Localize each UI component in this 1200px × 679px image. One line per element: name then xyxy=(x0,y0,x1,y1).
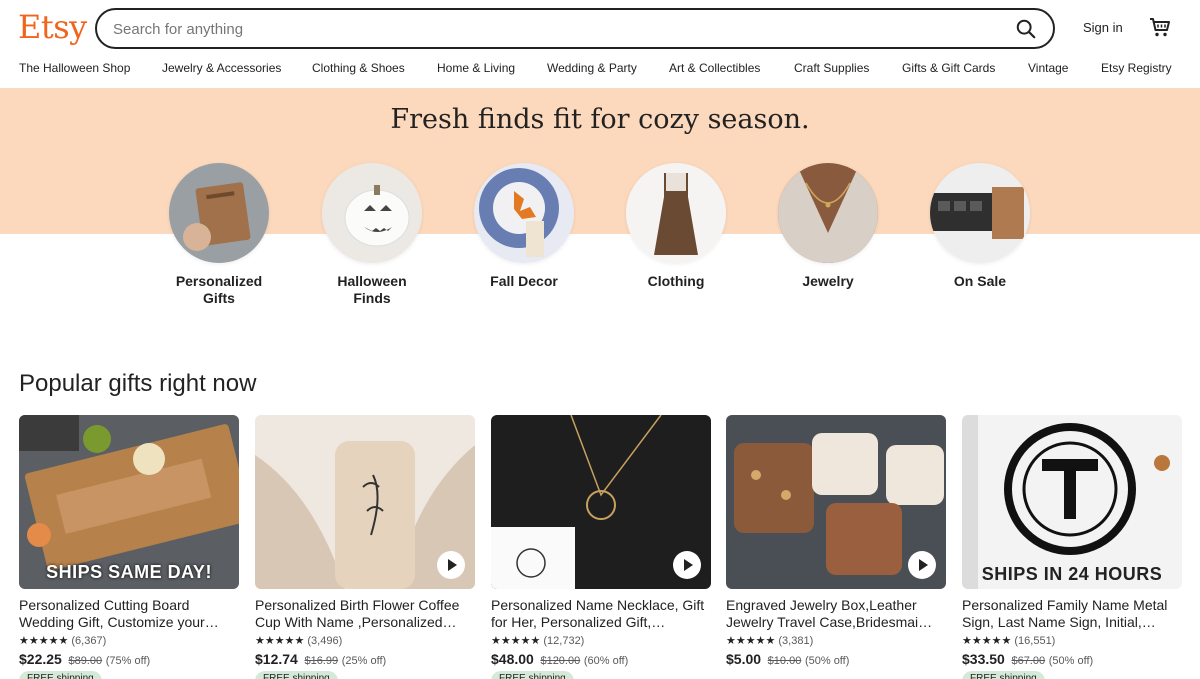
product-rating: ★★★★★ (16,551) xyxy=(962,634,1182,647)
star-rating-icon: ★★★★★ xyxy=(255,635,305,647)
category-nav: The Halloween Shop Jewelry & Accessories… xyxy=(0,59,1200,87)
review-count: (16,551) xyxy=(1014,635,1056,647)
price-row: $5.00 $10.00 (50% off) xyxy=(726,651,946,667)
category-on-sale[interactable]: On Sale xyxy=(910,163,1050,290)
discount: (25% off) xyxy=(341,655,387,667)
product-image[interactable]: SHIPS IN 24 HOURS xyxy=(962,415,1182,589)
product-title[interactable]: Engraved Jewelry Box,Leather Jewelry Tra… xyxy=(726,597,946,631)
sale-price: $33.50 xyxy=(962,651,1005,667)
star-rating-icon: ★★★★★ xyxy=(726,635,776,647)
free-shipping-badge: FREE shipping xyxy=(255,671,338,679)
original-price: $10.00 xyxy=(767,655,802,667)
product-rating: ★★★★★ (3,496) xyxy=(255,634,475,647)
nav-item-gifts[interactable]: Gifts & Gift Cards xyxy=(902,61,995,75)
play-video-icon[interactable] xyxy=(437,551,465,579)
nav-item-art[interactable]: Art & Collectibles xyxy=(669,61,760,75)
search-bar[interactable] xyxy=(95,8,1055,49)
nav-item-halloween-shop[interactable]: The Halloween Shop xyxy=(19,61,130,75)
promo-overlay: SHIPS IN 24 HOURS xyxy=(981,564,1163,584)
price-row: $33.50 $67.00 (50% off) xyxy=(962,651,1182,667)
star-rating-icon: ★★★★★ xyxy=(19,635,69,647)
product-image[interactable] xyxy=(726,415,946,589)
product-rating: ★★★★★ (12,732) xyxy=(491,634,711,647)
review-count: (3,381) xyxy=(778,635,814,647)
sale-price: $12.74 xyxy=(255,651,298,667)
category-image xyxy=(626,163,726,263)
product-card[interactable]: SHIPS IN 24 HOURS Personalized Family Na… xyxy=(962,415,1182,667)
nav-item-registry[interactable]: Etsy Registry xyxy=(1101,61,1172,75)
original-price: $67.00 xyxy=(1011,655,1046,667)
star-rating-icon: ★★★★★ xyxy=(491,635,541,647)
product-card[interactable]: Personalized Name Necklace, Gift for Her… xyxy=(491,415,711,667)
product-rating: ★★★★★ (3,381) xyxy=(726,634,946,647)
free-shipping-badge: FREE shipping xyxy=(19,671,102,679)
category-image xyxy=(169,163,269,263)
section-title: Popular gifts right now xyxy=(19,370,257,397)
play-video-icon[interactable] xyxy=(673,551,701,579)
category-label: On Sale xyxy=(953,273,1007,289)
sale-price: $48.00 xyxy=(491,651,534,667)
nav-item-wedding[interactable]: Wedding & Party xyxy=(547,61,637,75)
discount: (50% off) xyxy=(804,655,850,667)
nav-item-clothing[interactable]: Clothing & Shoes xyxy=(312,61,405,75)
review-count: (6,367) xyxy=(71,635,107,647)
category-label: Halloween Finds xyxy=(337,273,407,306)
category-image xyxy=(930,163,1030,263)
sale-price: $5.00 xyxy=(726,651,762,667)
category-label: Jewelry xyxy=(802,273,854,289)
category-label: Fall Decor xyxy=(490,273,558,289)
price-row: $22.25 $89.00 (75% off) xyxy=(19,651,239,667)
category-jewelry[interactable]: Jewelry xyxy=(758,163,898,290)
discount: (75% off) xyxy=(105,655,151,667)
product-rating: ★★★★★ (6,367) xyxy=(19,634,239,647)
free-shipping-badge: FREE shipping xyxy=(962,671,1045,679)
category-fall-decor[interactable]: Fall Decor xyxy=(454,163,594,290)
price-row: $12.74 $16.99 (25% off) xyxy=(255,651,475,667)
etsy-logo[interactable]: Etsy xyxy=(18,8,87,46)
category-label: Personalized Gifts xyxy=(175,273,263,306)
category-clothing[interactable]: Clothing xyxy=(606,163,746,290)
nav-item-vintage[interactable]: Vintage xyxy=(1028,61,1068,75)
promo-overlay: SHIPS SAME DAY! xyxy=(46,562,212,582)
nav-item-home-living[interactable]: Home & Living xyxy=(437,61,515,75)
category-image xyxy=(474,163,574,263)
cart-icon[interactable] xyxy=(1148,15,1172,39)
product-title[interactable]: Personalized Name Necklace, Gift for Her… xyxy=(491,597,711,631)
nav-item-jewelry[interactable]: Jewelry & Accessories xyxy=(162,61,281,75)
nav-item-craft[interactable]: Craft Supplies xyxy=(794,61,869,75)
review-count: (12,732) xyxy=(543,635,585,647)
product-image[interactable] xyxy=(255,415,475,589)
product-title[interactable]: Personalized Birth Flower Coffee Cup Wit… xyxy=(255,597,475,631)
sign-in-link[interactable]: Sign in xyxy=(1083,20,1123,35)
review-count: (3,496) xyxy=(307,635,343,647)
product-title[interactable]: Personalized Cutting Board Wedding Gift,… xyxy=(19,597,239,631)
header: Etsy Sign in xyxy=(0,0,1200,56)
original-price: $120.00 xyxy=(540,655,581,667)
free-shipping-badge: FREE shipping xyxy=(491,671,574,679)
discount: (50% off) xyxy=(1048,655,1094,667)
play-video-icon[interactable] xyxy=(908,551,936,579)
product-image[interactable]: SHIPS SAME DAY! xyxy=(19,415,239,589)
original-price: $89.00 xyxy=(68,655,103,667)
star-rating-icon: ★★★★★ xyxy=(962,635,1012,647)
product-title[interactable]: Personalized Family Name Metal Sign, Las… xyxy=(962,597,1182,631)
discount: (60% off) xyxy=(583,655,629,667)
category-halloween-finds[interactable]: Halloween Finds xyxy=(302,163,442,307)
product-card[interactable]: SHIPS SAME DAY! Personalized Cutting Boa… xyxy=(19,415,239,667)
category-image xyxy=(778,163,878,263)
search-icon[interactable] xyxy=(1015,18,1037,40)
category-image xyxy=(322,163,422,263)
product-card[interactable]: Engraved Jewelry Box,Leather Jewelry Tra… xyxy=(726,415,946,667)
sale-price: $22.25 xyxy=(19,651,62,667)
product-image[interactable] xyxy=(491,415,711,589)
original-price: $16.99 xyxy=(304,655,339,667)
category-label: Clothing xyxy=(647,273,705,289)
category-personalized-gifts[interactable]: Personalized Gifts xyxy=(149,163,289,307)
search-input[interactable] xyxy=(113,19,993,39)
product-card[interactable]: Personalized Birth Flower Coffee Cup Wit… xyxy=(255,415,475,667)
price-row: $48.00 $120.00 (60% off) xyxy=(491,651,711,667)
hero-title: Fresh finds fit for cozy season. xyxy=(390,104,810,135)
